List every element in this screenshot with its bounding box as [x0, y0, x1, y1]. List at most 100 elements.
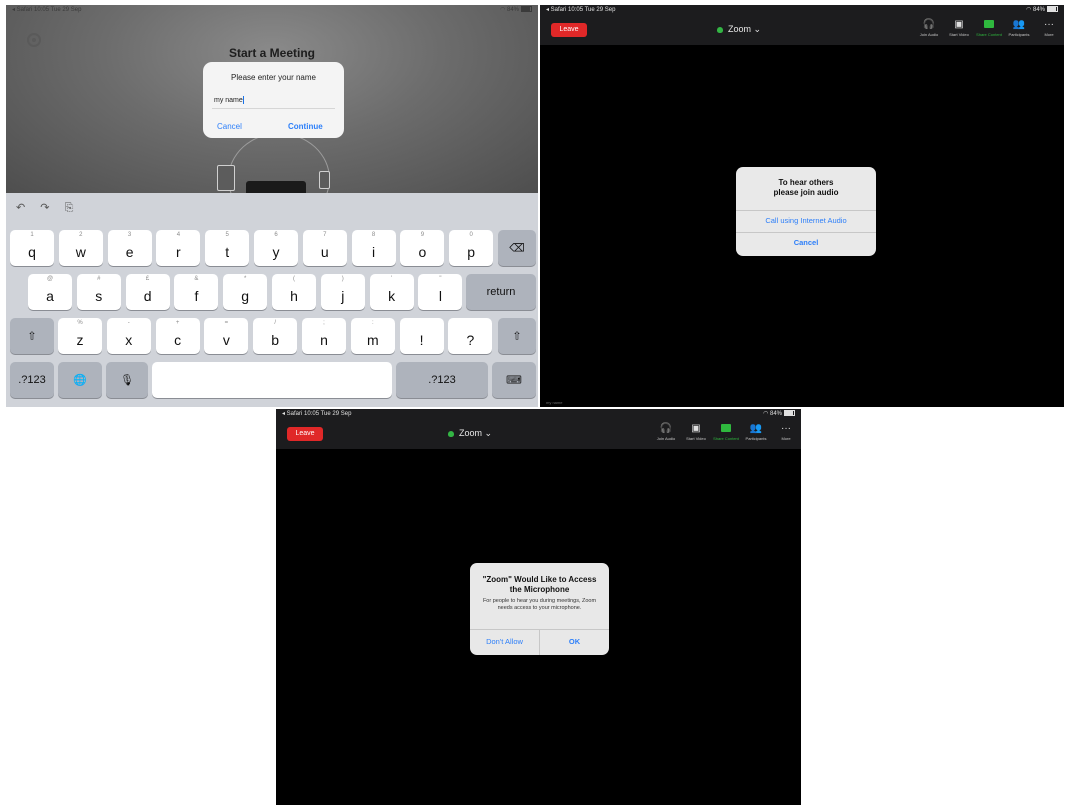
return-key[interactable]: return — [466, 274, 536, 310]
participants-label: Participants — [745, 436, 767, 441]
key-3[interactable]: 4r — [156, 230, 201, 266]
key-r2-8[interactable]: " l — [418, 274, 463, 310]
space-key[interactable] — [152, 362, 392, 398]
hide-keyboard-key[interactable]: ⌨ — [492, 362, 536, 398]
key-secondary-label: 6 — [274, 232, 278, 238]
participants-button[interactable]: 👥 Participants — [741, 422, 771, 448]
redo-icon[interactable]: ↷ — [40, 202, 49, 214]
status-back-app[interactable]: ◂ Safari — [546, 7, 566, 13]
dont-allow-button[interactable]: Don't Allow — [470, 637, 539, 646]
start-video-label: Start Video — [949, 32, 969, 37]
ok-button[interactable]: OK — [540, 637, 609, 646]
key-6[interactable]: 7u — [302, 230, 347, 266]
status-battery: 84% — [769, 411, 782, 417]
key-r3-0[interactable]: % z — [58, 318, 102, 354]
key-label: s — [95, 288, 103, 304]
key-r2-2[interactable]: £ d — [125, 274, 170, 310]
input-underline — [212, 108, 335, 109]
key-r2-0[interactable]: @ a — [28, 274, 72, 310]
text-caret — [242, 96, 244, 105]
continue-button[interactable]: Continue — [288, 122, 323, 131]
key-r3-3[interactable]: = v — [204, 318, 249, 354]
share-content-button[interactable]: Share Content — [711, 422, 741, 448]
gear-icon[interactable] — [27, 33, 41, 47]
cancel-button[interactable]: Cancel — [217, 122, 242, 131]
key-secondary-label: 1 — [30, 232, 34, 238]
key-label: k — [388, 288, 396, 304]
key-2[interactable]: 3e — [107, 230, 152, 266]
key-r3-7[interactable]: ! — [399, 318, 444, 354]
key-label: 🎙 — [120, 374, 134, 387]
key-7[interactable]: 8i — [351, 230, 396, 266]
key-label: v — [222, 332, 230, 348]
meeting-title[interactable]: Zoom ⌄ — [448, 428, 492, 439]
key-secondary-label: @ — [46, 276, 54, 282]
audio-cancel-button[interactable]: Cancel — [736, 238, 876, 247]
key-0[interactable]: 1q — [10, 230, 54, 266]
share-content-button[interactable]: Share Content — [974, 18, 1004, 44]
dialog-title: Please enter your name — [231, 73, 316, 82]
meeting-tools: 🎧 Join Audio ▣ Start Video Share Content 👥… — [651, 422, 801, 448]
key-r3-8[interactable]: ? — [448, 318, 493, 354]
key-r3-5[interactable]: ; n — [302, 318, 346, 354]
start-video-button[interactable]: ▣ Start Video — [944, 18, 974, 44]
key-label: ⇧ — [27, 330, 37, 343]
shift-key-right[interactable]: ⇧ — [498, 318, 536, 354]
key-label: ! — [419, 332, 424, 348]
globe-key[interactable]: 🌐 — [58, 362, 102, 398]
key-4[interactable]: 5t — [205, 230, 250, 266]
key-r2-4[interactable]: * g — [223, 274, 268, 310]
illustration-phone — [319, 171, 330, 189]
paste-icon[interactable]: ⎘ — [65, 202, 74, 214]
more-button[interactable]: ··· More — [1034, 18, 1064, 44]
key-r3-4[interactable]: / b — [253, 318, 298, 354]
headphones-icon: 🎧 — [922, 19, 936, 30]
key-1[interactable]: 2w — [58, 230, 103, 266]
key-r3-1[interactable]: -x — [106, 318, 151, 354]
internet-audio-button[interactable]: Call using Internet Audio — [736, 216, 876, 225]
shift-key-left[interactable]: ⇧ — [10, 318, 54, 354]
key-secondary-label: 5 — [225, 232, 229, 238]
enter-name-dialog: Please enter your name my name Cancel Co… — [203, 62, 344, 138]
start-video-button[interactable]: ▣ Start Video — [681, 422, 711, 448]
key-r2-3[interactable]: & f — [174, 274, 219, 310]
key-label: p — [467, 244, 476, 260]
participants-button[interactable]: 👥 Participants — [1004, 18, 1034, 44]
audio-dialog-title-2: please join audio — [773, 188, 839, 197]
microphone-permission-dialog: "Zoom" Would Like to Access the Microphon… — [470, 563, 609, 655]
key-8[interactable]: 9o — [400, 230, 445, 266]
key-r2-5[interactable]: (h — [272, 274, 316, 310]
divider — [736, 232, 876, 233]
page-title: Start a Meeting — [228, 46, 315, 60]
key-secondary-label: - — [127, 320, 130, 326]
join-audio-button[interactable]: 🎧 Join Audio — [651, 422, 681, 448]
key-label: ⇧ — [512, 330, 522, 343]
leave-button[interactable]: Leave — [287, 427, 323, 441]
undo-icon[interactable]: ↶ — [16, 202, 25, 214]
key-secondary-label: ' — [391, 276, 393, 282]
status-back-app[interactable]: ◂ Safari — [282, 411, 302, 417]
share-screen-icon — [721, 424, 731, 433]
key-r2-6[interactable]: ) j — [320, 274, 365, 310]
leave-button[interactable]: Leave — [551, 23, 587, 37]
more-button[interactable]: ··· More — [771, 422, 801, 448]
key-label: m — [366, 332, 379, 348]
name-input[interactable]: my name — [214, 95, 333, 107]
dictation-key[interactable]: 🎙 — [106, 362, 148, 398]
key-r3-6[interactable]: :m — [350, 318, 395, 354]
key-r2-7[interactable]: ' k — [369, 274, 414, 310]
status-back-app[interactable]: ◂ Safari — [12, 7, 32, 13]
chevron-down-icon: ⌄ — [753, 24, 762, 34]
numbers-key-left[interactable]: .?123 — [10, 362, 54, 398]
join-audio-button[interactable]: 🎧 Join Audio — [914, 18, 944, 44]
key-r2-1[interactable]: # s — [76, 274, 121, 310]
meeting-title[interactable]: Zoom ⌄ — [717, 24, 761, 35]
key-9[interactable]: 0p — [449, 230, 494, 266]
backspace-key[interactable]: ⌫ — [498, 230, 536, 266]
key-5[interactable]: 6y — [254, 230, 298, 266]
numbers-key-right[interactable]: .?123 — [396, 362, 488, 398]
more-label: More — [781, 436, 791, 441]
divider — [736, 210, 876, 211]
key-secondary-label: ( — [293, 276, 295, 282]
key-r3-2[interactable]: + c — [155, 318, 200, 354]
